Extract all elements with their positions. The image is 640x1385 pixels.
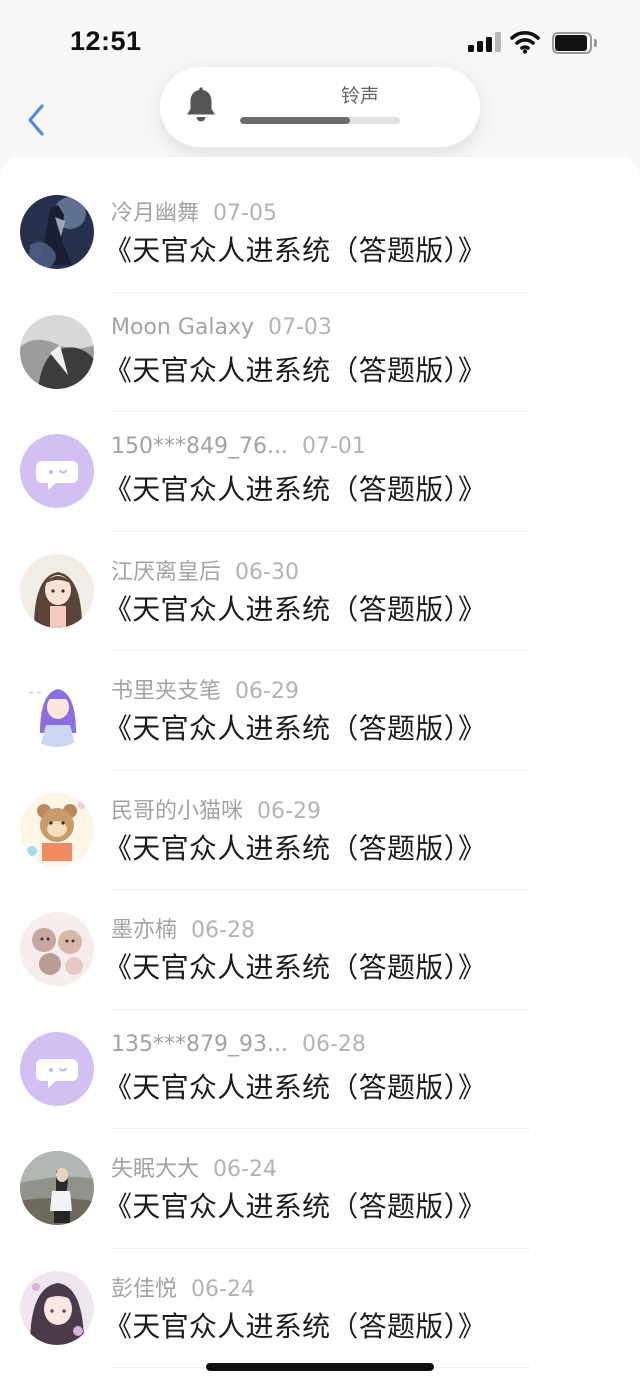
message-row[interactable]: Moon Galaxy 07-03 《天官众人进系统（答题版）》: [0, 293, 640, 412]
author-name[interactable]: 冷月幽舞: [111, 201, 199, 226]
message-row[interactable]: 150***849_76... 07-01 《天官众人进系统（答题版）》: [0, 412, 640, 532]
message-date: 06-29: [257, 798, 321, 824]
avatar[interactable]: [20, 553, 94, 628]
author-name[interactable]: 江厌离皇后: [111, 560, 221, 585]
message-date: 06-28: [301, 1031, 366, 1057]
author-name[interactable]: 书里夹支笔: [111, 679, 221, 704]
avatar[interactable]: [20, 434, 94, 508]
wifi-icon: [510, 31, 540, 54]
message-title[interactable]: 《天官众人进系统（答题版）》: [104, 468, 486, 508]
chevron-left-icon: [28, 104, 44, 136]
avatar[interactable]: [20, 912, 94, 986]
avatar[interactable]: [20, 195, 94, 269]
message-row[interactable]: 墨亦楠 06-28 《天官众人进系统（答题版）》: [0, 890, 640, 1010]
message-date: 07-05: [213, 201, 277, 226]
message-meta: 150***849_76... 07-01: [111, 434, 366, 459]
message-meta: 墨亦楠 06-28: [111, 912, 255, 944]
message-title[interactable]: 《天官众人进系统（答题版）》: [104, 827, 486, 867]
message-title[interactable]: 《天官众人进系统（答题版）》: [104, 349, 486, 389]
message-list: 冷月幽舞 07-05 《天官众人进系统（答题版）》 Moon Galaxy 07-0…: [0, 173, 640, 1368]
author-name[interactable]: Moon Galaxy: [111, 315, 254, 340]
svg-text:~ ~: ~ ~: [28, 689, 42, 697]
author-name[interactable]: 135***879_93...: [111, 1032, 288, 1057]
message-date: 06-24: [191, 1276, 255, 1302]
message-title[interactable]: 《天官众人进系统（答题版）》: [104, 1185, 486, 1225]
ringtone-volume-indicator: 铃声: [160, 67, 480, 147]
message-row[interactable]: 江厌离皇后 06-30 《天官众人进系统（答题版）》: [0, 532, 640, 651]
author-name[interactable]: 失眠大大: [111, 1157, 199, 1182]
home-indicator[interactable]: [206, 1363, 434, 1371]
back-button[interactable]: [16, 100, 56, 140]
volume-track: [240, 117, 400, 124]
message-date: 07-03: [268, 314, 332, 340]
message-title[interactable]: 《天官众人进系统（答题版）》: [104, 1305, 486, 1345]
message-meta: 民哥的小猫咪 06-29: [111, 793, 321, 825]
message-date: 06-29: [235, 679, 299, 704]
message-title[interactable]: 《天官众人进系统（答题版）》: [104, 229, 486, 269]
avatar[interactable]: ~ ~: [20, 673, 94, 747]
message-title[interactable]: 《天官众人进系统（答题版）》: [104, 588, 486, 628]
bell-icon: [187, 87, 215, 122]
battery-icon: [552, 32, 598, 54]
message-date: 07-01: [301, 434, 366, 459]
author-name[interactable]: 墨亦楠: [111, 918, 177, 943]
message-list-card: 冷月幽舞 07-05 《天官众人进系统（答题版）》 Moon Galaxy 07-0…: [0, 157, 640, 1385]
avatar[interactable]: [20, 1151, 94, 1225]
avatar[interactable]: [20, 792, 94, 867]
author-name[interactable]: 民哥的小猫咪: [111, 799, 243, 824]
volume-label: 铃声: [340, 85, 379, 107]
avatar[interactable]: [20, 1270, 94, 1345]
message-meta: 135***879_93... 06-28: [111, 1032, 366, 1057]
message-meta: 冷月幽舞 07-05: [111, 195, 277, 227]
message-meta: 书里夹支笔 06-29: [111, 673, 299, 705]
message-meta: 彭佳悦 06-24: [111, 1271, 255, 1303]
avatar[interactable]: [20, 314, 94, 389]
author-name[interactable]: 彭佳悦: [111, 1277, 177, 1302]
message-row[interactable]: 彭佳悦 06-24 《天官众人进系统（答题版）》: [0, 1249, 640, 1368]
message-meta: Moon Galaxy 07-03: [111, 315, 332, 340]
message-row[interactable]: 失眠大大 06-24 《天官众人进系统（答题版）》: [0, 1129, 640, 1249]
message-row[interactable]: ~ ~ 书里夹支笔 06-29 《天官众人进系统（答题版）》: [0, 651, 640, 771]
message-title[interactable]: 《天官众人进系统（答题版）》: [104, 1066, 486, 1106]
message-row[interactable]: 135***879_93... 06-28 《天官众人进系统（答题版）》: [0, 1010, 640, 1129]
message-title[interactable]: 《天官众人进系统（答题版）》: [104, 946, 486, 986]
cellular-signal-icon: [468, 32, 502, 52]
author-name[interactable]: 150***849_76...: [111, 434, 288, 459]
message-row[interactable]: 民哥的小猫咪 06-29 《天官众人进系统（答题版）》: [0, 771, 640, 890]
volume-level: [240, 117, 351, 124]
message-row[interactable]: 冷月幽舞 07-05 《天官众人进系统（答题版）》: [0, 173, 640, 293]
screen: 12:51 铃声 冷月幽舞 07-05 《天官众人进系统（答题版）》 Moon …: [0, 0, 640, 1385]
message-date: 06-28: [191, 918, 255, 943]
status-time: 12:51: [70, 26, 142, 56]
message-meta: 江厌离皇后 06-30: [111, 554, 299, 586]
avatar[interactable]: [20, 1031, 94, 1106]
message-date: 06-30: [235, 559, 299, 585]
message-title[interactable]: 《天官众人进系统（答题版）》: [104, 707, 486, 747]
message-meta: 失眠大大 06-24: [111, 1151, 277, 1183]
message-date: 06-24: [213, 1157, 277, 1182]
